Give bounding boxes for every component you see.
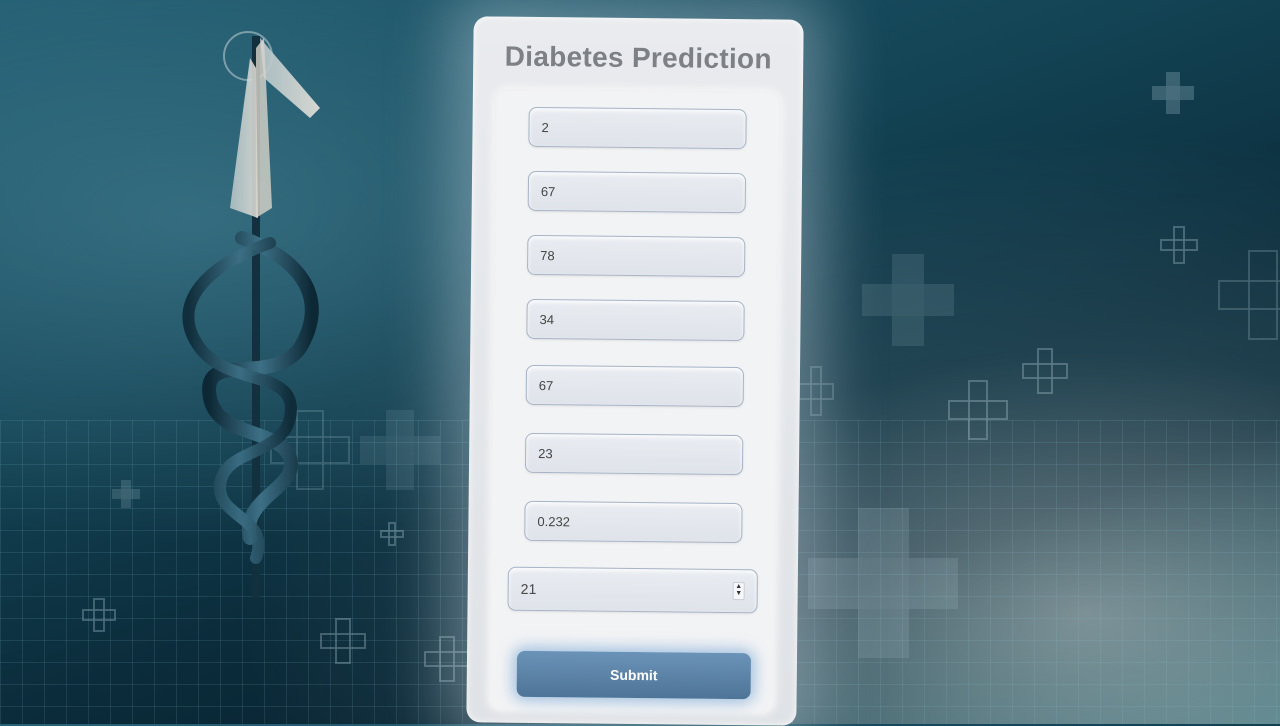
medical-cross-icon (360, 410, 440, 490)
input-field-3[interactable]: 78 (527, 234, 746, 278)
input-field-7[interactable]: 0.232 (524, 500, 743, 544)
medical-cross-icon (1022, 348, 1068, 394)
medical-cross-icon (948, 380, 1008, 440)
medical-cross-icon (82, 598, 116, 632)
medical-cross-icon (808, 508, 958, 658)
input-field-4[interactable]: 34 (526, 298, 745, 342)
input-field-1[interactable]: 2 (528, 106, 747, 150)
number-input-value: 21 (520, 580, 537, 597)
input-field-6[interactable]: 23 (524, 432, 744, 476)
medical-cross-icon (1152, 72, 1194, 114)
number-stepper-icon[interactable]: ▲ ▼ (732, 582, 745, 601)
submit-button[interactable]: Submit (516, 650, 752, 700)
medical-cross-icon (320, 618, 366, 664)
medical-cross-icon (1218, 250, 1280, 340)
input-field-2[interactable]: 67 (527, 170, 747, 214)
medical-cross-icon (1160, 226, 1198, 264)
medical-cross-icon (112, 480, 140, 508)
input-field-5[interactable]: 67 (525, 364, 745, 408)
form-panel: 2 67 78 34 67 23 0.232 21 ▲ ▼ Submit (488, 88, 781, 714)
page-title: Diabetes Prediction (504, 40, 772, 75)
medical-cross-icon (862, 254, 954, 346)
medical-cross-icon (424, 636, 470, 682)
number-input-field-8[interactable]: 21 ▲ ▼ (507, 566, 758, 614)
prediction-card: Diabetes Prediction 2 67 78 34 67 23 0.2… (466, 16, 804, 726)
medical-cross-icon (380, 522, 404, 546)
medical-cross-icon (798, 366, 834, 416)
caduceus-icon (182, 31, 320, 598)
